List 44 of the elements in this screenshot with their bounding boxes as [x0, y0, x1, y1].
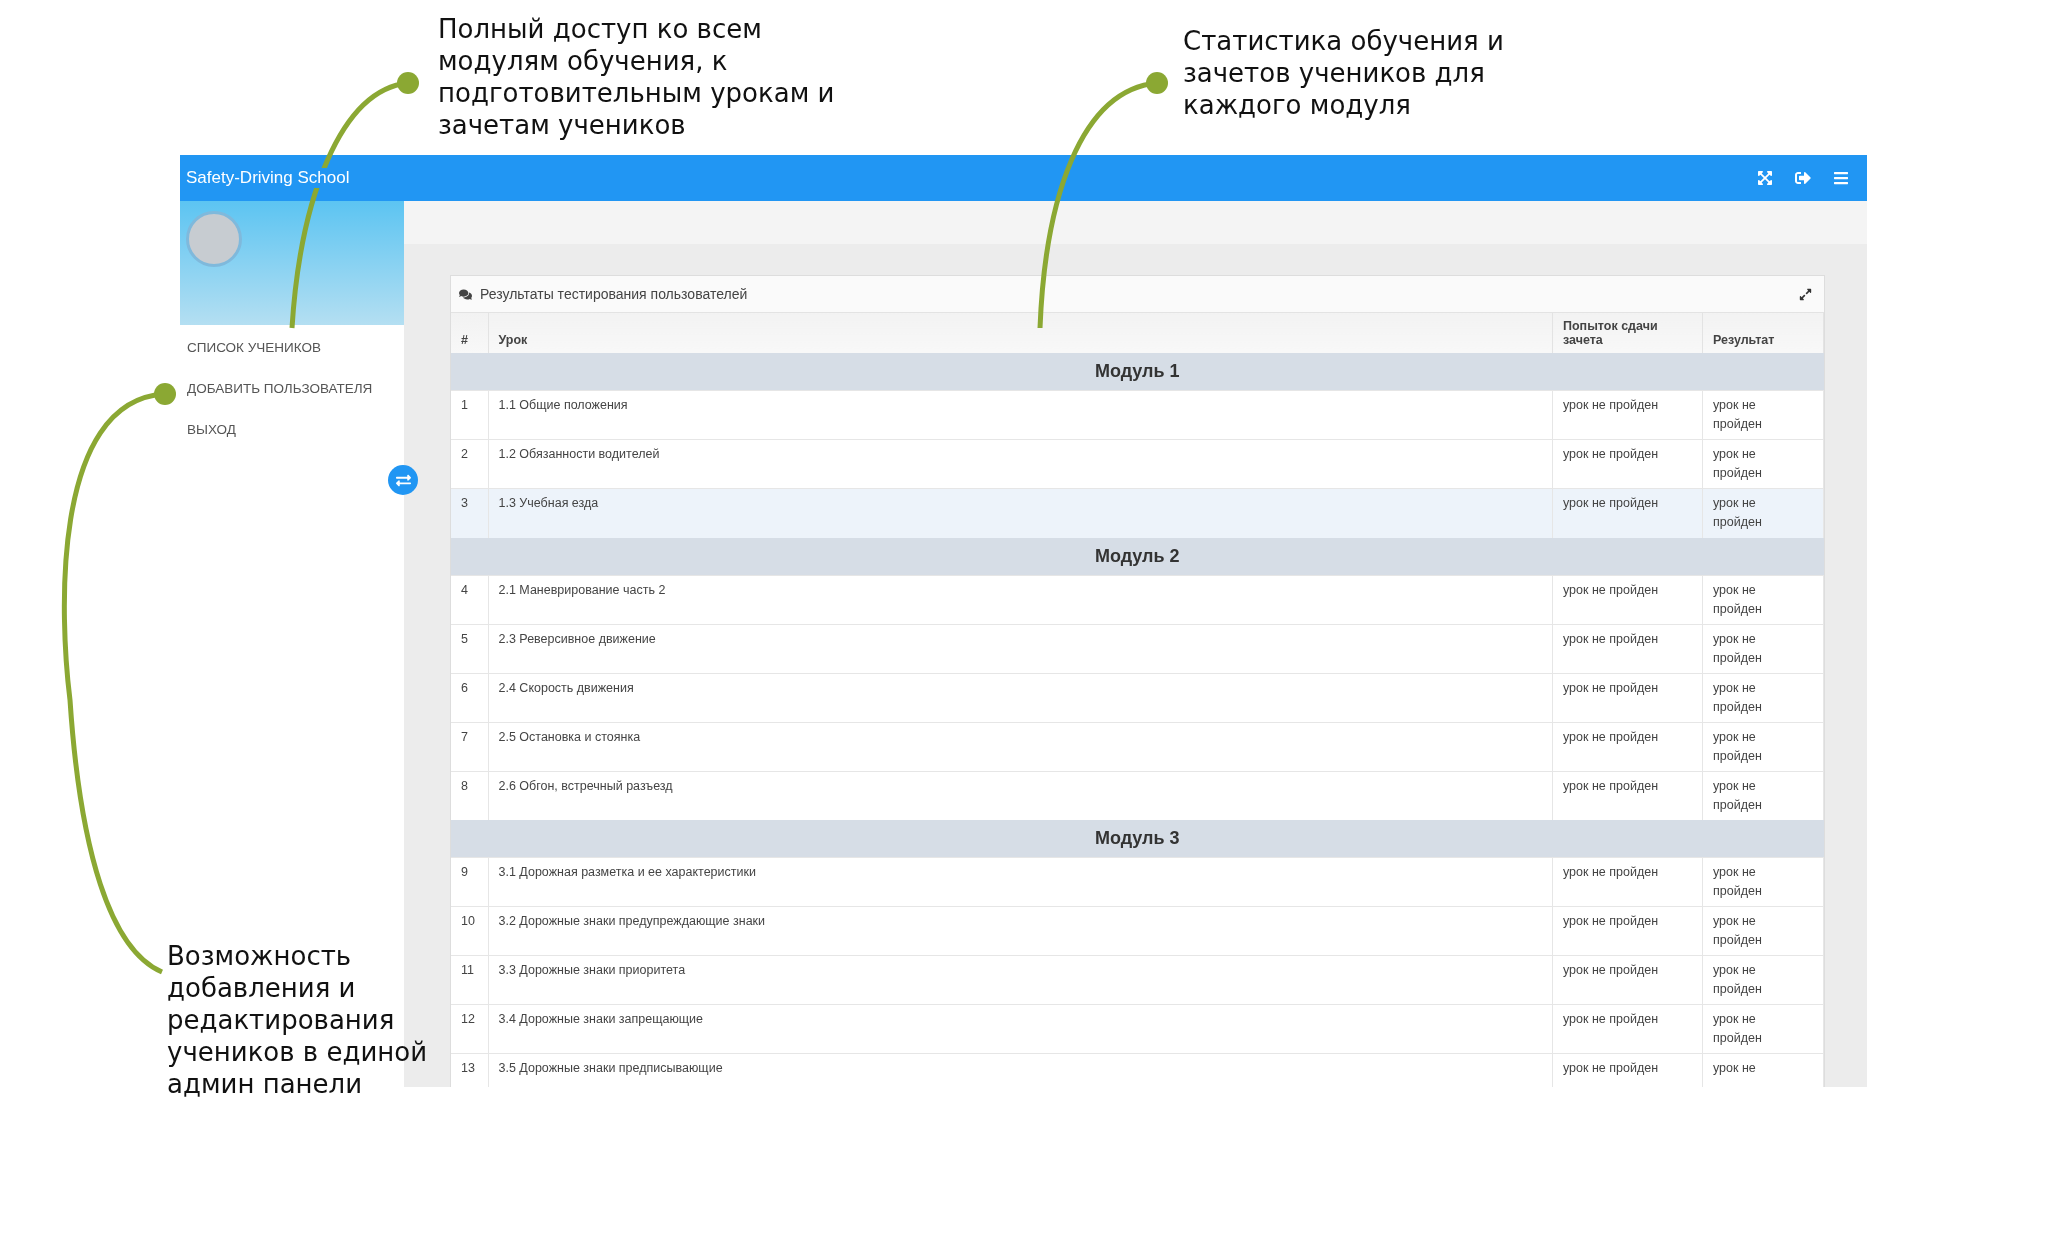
table-row[interactable]: 7 2.5 Остановка и стоянка урок не пройден урок не пройден [451, 722, 1824, 771]
table-cell: урок не пройден [1552, 1053, 1703, 1087]
column-header: Попыток сдачи зачета [1552, 313, 1703, 353]
table-cell: 3.5 Дорожные знаки предписывающие [488, 1053, 1553, 1087]
expand-icon[interactable] [1799, 287, 1812, 301]
table-row[interactable]: 4 2.1 Маневрирование часть 2 урок не пройден урок не пройден [451, 575, 1824, 624]
fullscreen-icon[interactable] [1757, 170, 1773, 186]
table-cell: 1.3 Учебная езда [488, 488, 1553, 538]
column-header: # [451, 313, 488, 353]
module-header: Модуль 3 [451, 820, 1824, 858]
sidebar-item[interactable]: СПИСОК УЧЕНИКОВ [180, 327, 404, 368]
avatar [186, 211, 242, 267]
table-row[interactable]: 9 3.1 Дорожная разметка и ее характеристики урок не пройден урок не пройден [451, 857, 1824, 907]
table-cell: 13 [451, 1053, 488, 1087]
table-row[interactable]: 5 2.3 Реверсивное движение урок не пройден урок не пройден [451, 624, 1824, 673]
table-row[interactable]: 11 3.3 Дорожные знаки приоритета урок не пройден урок не пройден [451, 955, 1824, 1005]
swap-arrows-icon [395, 472, 411, 488]
callout-text: Возможность добавления и редактирования учеников в единой админ панели [167, 940, 428, 1100]
logout-icon[interactable] [1795, 170, 1811, 186]
table-row[interactable]: 3 1.3 Учебная езда урок не пройден урок не пройден [451, 488, 1824, 538]
sidebar-item[interactable]: ВЫХОД [180, 409, 404, 450]
table-cell: 3 [451, 488, 488, 538]
sidebar-item[interactable]: ДОБАВИТЬ ПОЛЬЗОВАТЕЛЯ [180, 368, 404, 409]
column-header: Урок [488, 313, 1553, 353]
table-row[interactable]: 6 2.4 Скорость движения урок не пройден урок не пройден [451, 673, 1824, 722]
column-header: Результат [1702, 313, 1824, 353]
table-cell: урок не пройден [1552, 488, 1703, 538]
table-row[interactable]: 2 1.2 Обязанности водителей урок не пройден урок не пройден [451, 439, 1824, 489]
table-row[interactable]: 8 2.6 Обгон, встречный разъезд урок не пройден урок не пройден [451, 771, 1824, 820]
module-header: Модуль 1 [451, 353, 1824, 391]
table-row[interactable]: 1 1.1 Общие положения урок не пройден урок не пройден [451, 390, 1824, 440]
table-row[interactable]: 10 3.2 Дорожные знаки предупреждающие знаки урок не пройден урок не пройден [451, 906, 1824, 956]
app-title: Safety-Driving School [186, 168, 350, 188]
toggle-sidebar-button[interactable] [388, 465, 418, 495]
module-header: Модуль 2 [451, 537, 1824, 575]
comments-icon [459, 287, 472, 301]
table-row[interactable]: 12 3.4 Дорожные знаки запрещающие урок не пройден урок не пройден [451, 1004, 1824, 1054]
callout-text: Статистика обучения и зачетов учеников для каждого модуля [1183, 25, 1504, 121]
table-row[interactable]: 13 3.5 Дорожные знаки предписывающие урок не пройден урок не [451, 1053, 1824, 1087]
callout-text: Полный доступ ко всем модулям обучения, к подготовительным урокам и зачетам учеников [438, 13, 835, 141]
panel-title: Результаты тестирования пользователей [480, 286, 748, 302]
menu-icon[interactable] [1833, 170, 1849, 186]
table-cell: урок не пройден [1702, 488, 1824, 538]
table-cell: урок не [1702, 1053, 1824, 1087]
